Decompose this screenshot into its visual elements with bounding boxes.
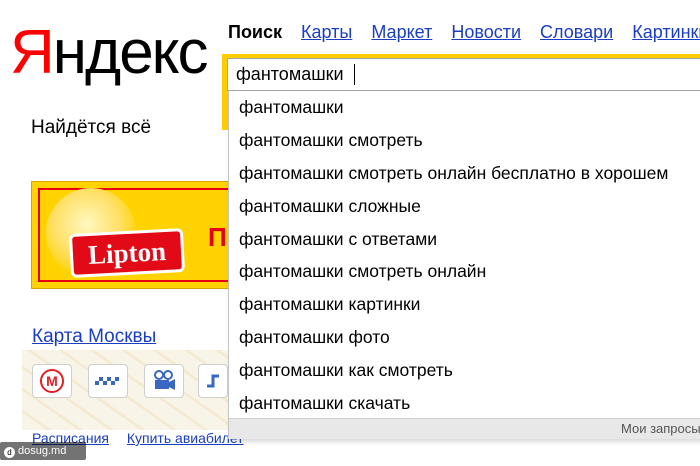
metro-icon[interactable]: M — [32, 364, 72, 398]
service-current-search: Поиск — [228, 22, 283, 42]
service-link-maps[interactable]: Карты — [301, 22, 352, 42]
service-link-market[interactable]: Маркет — [371, 22, 432, 42]
yandex-logo[interactable]: Яндекс — [10, 22, 208, 84]
suggestion-item[interactable]: фантомашки картинки — [239, 291, 420, 317]
suggestion-item[interactable]: фантомашки смотреть онлайн бесплатно в х… — [239, 160, 668, 186]
lipton-logo: Lipton — [68, 228, 186, 278]
taxi-icon[interactable] — [88, 364, 128, 398]
suggestion-item[interactable]: фантомашки смотреть — [239, 127, 423, 153]
suggestion-item[interactable]: фантомашки как смотреть — [239, 357, 453, 383]
my-queries-link[interactable]: Мои запросы — [621, 421, 700, 436]
route-icon[interactable] — [198, 364, 228, 398]
services-nav: Поиск Карты Маркет Новости Словари Карти… — [228, 22, 700, 43]
logo-first-letter: Я — [10, 18, 55, 87]
banner-text: П — [208, 222, 227, 252]
camera-icon[interactable] — [144, 364, 184, 398]
service-link-news[interactable]: Новости — [451, 22, 521, 42]
tagline: Найдётся всё — [31, 117, 152, 138]
buy-ticket-link[interactable]: Купить авиабилет — [127, 430, 244, 446]
suggestion-item[interactable]: фантомашки смотреть онлайн — [239, 258, 486, 284]
search-input[interactable] — [227, 58, 700, 91]
logo-rest: ндекс — [52, 18, 209, 87]
suggestion-item[interactable]: фантомашки с ответами — [239, 226, 437, 252]
metro-icon-glyph: M — [40, 369, 64, 393]
suggestion-item[interactable]: фантомашки фото — [239, 324, 390, 350]
suggestions-footer: Мои запросы — [229, 418, 700, 439]
moscow-map-link[interactable]: Карта Москвы — [32, 326, 156, 348]
watermark-text: dosug.md — [18, 445, 67, 457]
lipton-banner[interactable]: Lipton П — [31, 181, 231, 289]
watermark-mark: d — [4, 447, 15, 458]
text-caret — [354, 64, 355, 85]
service-link-dictionaries[interactable]: Словари — [540, 22, 613, 42]
service-link-images[interactable]: Картинки — [632, 22, 700, 42]
taxi-icon-glyph — [95, 377, 119, 385]
suggestion-item[interactable]: фантомашки сложные — [239, 193, 421, 219]
camera-icon-glyph — [154, 370, 175, 390]
route-icon-glyph — [207, 374, 219, 388]
suggestion-item[interactable]: фантомашки скачать — [239, 390, 410, 416]
suggestions-dropdown: фантомашки фантомашки смотреть фантомашк… — [228, 91, 700, 439]
svg-text:M: M — [46, 373, 58, 389]
watermark: d dosug.md — [0, 442, 86, 460]
suggestion-item[interactable]: фантомашки — [239, 94, 344, 120]
